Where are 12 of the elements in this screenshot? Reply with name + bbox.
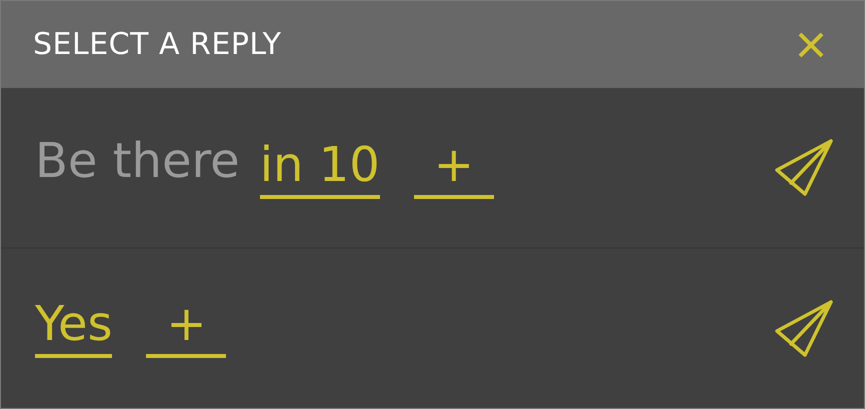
send-button[interactable] (774, 136, 834, 198)
add-button[interactable]: + (414, 140, 494, 198)
reply-choice[interactable]: in 10 (260, 140, 380, 198)
paper-plane-icon (774, 136, 834, 198)
close-button[interactable] (798, 32, 824, 58)
reply-choice[interactable]: Yes (35, 300, 112, 358)
close-icon (798, 32, 824, 58)
add-button[interactable]: + (146, 300, 226, 358)
send-button[interactable] (774, 298, 834, 360)
panel-title: SELECT A REPLY (33, 27, 282, 62)
reply-text: Be there (35, 136, 240, 190)
paper-plane-icon (774, 298, 834, 360)
